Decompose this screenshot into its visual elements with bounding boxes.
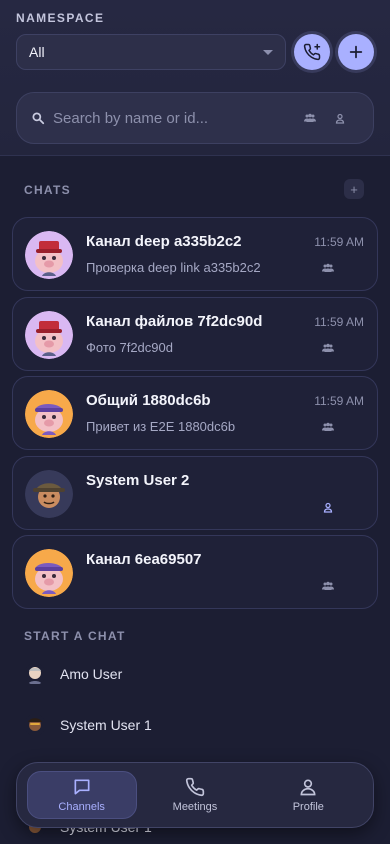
nav-profile[interactable]: Profile — [253, 771, 363, 819]
chat-card[interactable]: Канал deep a335b2c2 Проверка deep link a… — [12, 217, 378, 291]
add-chat-mini-button[interactable]: + — [344, 179, 364, 199]
pig-avatar — [25, 549, 73, 597]
chat-time: 11:59 AM — [314, 235, 364, 249]
contact-name: Amo User — [60, 666, 123, 682]
phone-icon — [185, 777, 205, 797]
group-icon — [322, 343, 334, 352]
header-panel: NAMESPACE All — [0, 0, 390, 156]
search-input[interactable] — [53, 109, 303, 127]
chat-title: Общий 1880dc6b — [86, 392, 211, 409]
chat-title: Канал deep a335b2c2 — [86, 233, 242, 250]
chat-last-message: Привет из E2E 1880dc6b — [86, 419, 236, 434]
pig-avatar — [25, 311, 73, 359]
person-icon — [300, 779, 316, 796]
contact-item[interactable]: Amo User — [24, 663, 122, 685]
new-chat-button[interactable] — [338, 34, 374, 70]
chevron-down-icon — [263, 49, 273, 55]
chat-title: Канал 6ea69507 — [86, 551, 202, 568]
chat-last-message: Проверка deep link a335b2c2 — [86, 260, 261, 275]
group-icon — [322, 581, 334, 590]
chat-card[interactable]: Общий 1880dc6b Привет из E2E 1880dc6b 11… — [12, 376, 378, 450]
chat-card[interactable]: Канал файлов 7f2dc90d Фото 7f2dc90d 11:5… — [12, 297, 378, 371]
man-avatar — [25, 470, 73, 518]
nav-meetings[interactable]: Meetings — [140, 771, 250, 819]
plus-icon — [349, 45, 363, 59]
nav-label: Channels — [58, 801, 105, 813]
search-icon — [32, 112, 45, 125]
group-icon — [322, 422, 334, 431]
user-avatar — [24, 663, 46, 685]
pig-avatar — [25, 231, 73, 279]
namespace-label: NAMESPACE — [16, 11, 105, 25]
chat-bubble-icon — [74, 779, 90, 795]
nav-label: Meetings — [172, 801, 218, 813]
chat-time: 11:59 AM — [314, 394, 364, 408]
filter-users-icon[interactable] — [335, 113, 345, 124]
bottom-nav: Channels Meetings Profile — [16, 762, 374, 828]
chat-time: 11:59 AM — [314, 315, 364, 329]
chat-title: System User 2 — [86, 472, 190, 489]
chat-title: Канал файлов 7f2dc90d — [86, 313, 263, 330]
new-call-button[interactable] — [294, 34, 330, 70]
pig-avatar — [25, 390, 73, 438]
contact-item[interactable]: System User 1 — [24, 714, 152, 736]
search-bar — [16, 92, 374, 144]
group-icon — [322, 263, 334, 272]
start-chat-section-label: START A CHAT — [24, 629, 126, 643]
chat-last-message: Фото 7f2dc90d — [86, 340, 173, 355]
nav-channels[interactable]: Channels — [26, 771, 137, 819]
namespace-select[interactable]: All — [16, 34, 286, 70]
chats-section-label: CHATS — [24, 183, 71, 197]
namespace-selected-value: All — [29, 44, 45, 60]
filter-groups-icon[interactable] — [303, 113, 317, 123]
phone-plus-icon — [303, 43, 321, 61]
user-avatar — [24, 714, 46, 736]
contact-name: System User 1 — [60, 717, 152, 733]
chat-card[interactable]: System User 2 — [12, 456, 378, 530]
nav-label: Profile — [292, 801, 324, 813]
chat-card[interactable]: Канал 6ea69507 — [12, 535, 378, 609]
user-icon — [323, 502, 333, 513]
